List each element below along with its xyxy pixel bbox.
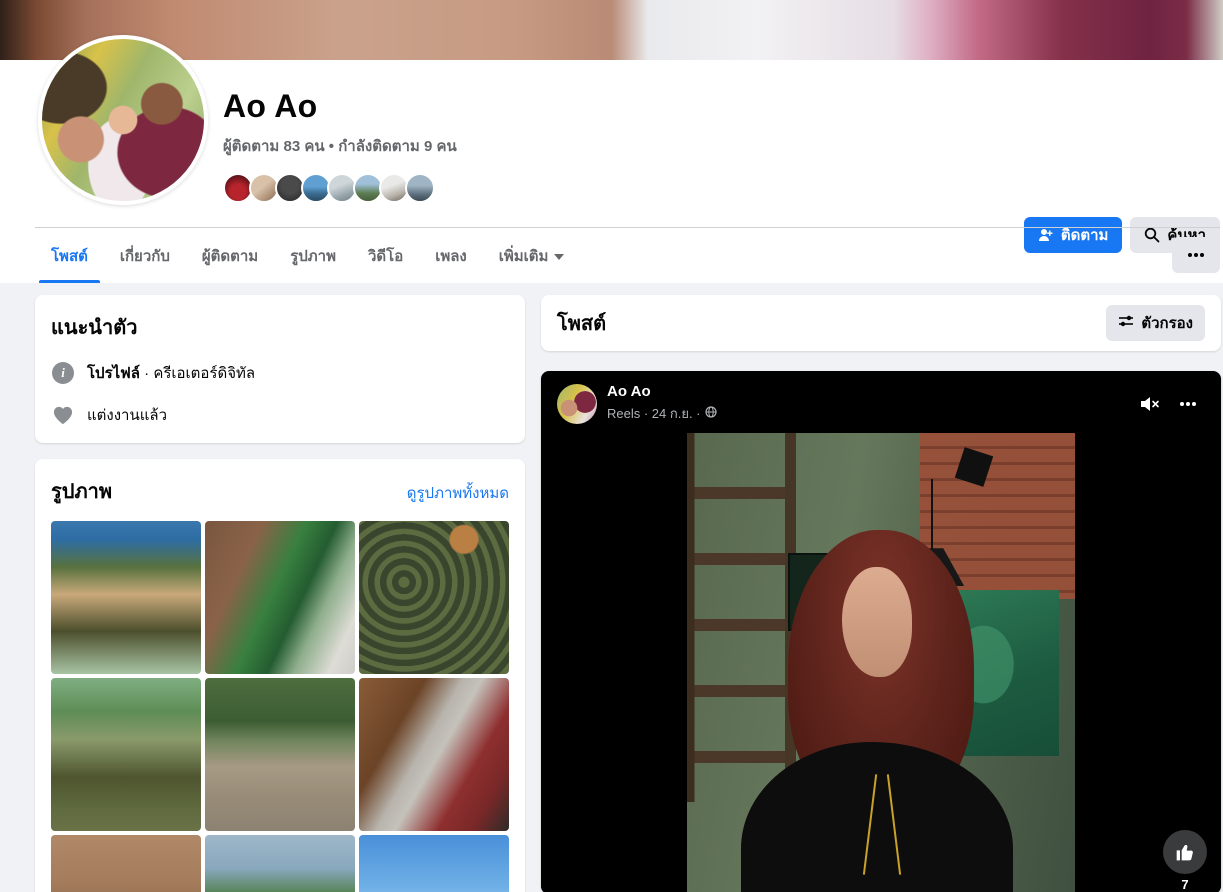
photo-thumbnail[interactable]	[205, 521, 355, 674]
photo-thumbnail[interactable]	[359, 835, 509, 892]
post-menu-icon[interactable]	[1179, 401, 1197, 407]
see-all-photos-link[interactable]: ดูรูปภาพทั้งหมด	[407, 481, 509, 505]
intro-title: แนะนำตัว	[51, 317, 138, 339]
posts-header-card: โพสต์ ตัวกรอง	[541, 295, 1221, 351]
follower-avatars	[223, 173, 457, 203]
posts-title: โพสต์	[557, 313, 607, 335]
tab-more[interactable]: เพิ่มเติม	[483, 228, 581, 283]
globe-icon	[704, 406, 717, 421]
posts-filter-button[interactable]: ตัวกรอง	[1106, 305, 1205, 341]
left-column: แนะนำตัว i โปรไฟล์ · ครีเอเตอร์ดิจิทัล แ…	[35, 295, 525, 892]
profile-picture[interactable]	[38, 35, 208, 205]
intro-relationship-row: แต่งงานแล้ว	[51, 403, 509, 427]
filters-icon	[1118, 314, 1134, 332]
ellipsis-icon	[1188, 253, 1204, 257]
follower-avatar[interactable]	[405, 173, 435, 203]
right-column: โพสต์ ตัวกรอง Ao Ao Reels · 24 ก.ย. · 7	[541, 295, 1221, 892]
chevron-down-icon	[554, 253, 565, 260]
like-button[interactable]	[1163, 830, 1207, 874]
like-count: 7	[1181, 877, 1189, 892]
photos-card: รูปภาพ ดูรูปภาพทั้งหมด	[35, 459, 525, 892]
post-author-avatar[interactable]	[557, 383, 597, 424]
filter-button-label: ตัวกรอง	[1141, 315, 1193, 332]
reel-video-frame	[687, 433, 1075, 892]
thumbs-up-icon	[1176, 844, 1193, 861]
profile-header: Ao Ao ผู้ติดตาม 83 คน • กำลังติดตาม 9 คน…	[0, 35, 1223, 283]
tab-photos[interactable]: รูปภาพ	[274, 228, 352, 283]
intro-card: แนะนำตัว i โปรไฟล์ · ครีเอเตอร์ดิจิทัล แ…	[35, 295, 525, 443]
tab-videos[interactable]: วิดีโอ	[352, 228, 419, 283]
photo-grid	[51, 521, 509, 892]
reel-like-controls: 7	[1163, 830, 1207, 892]
profile-page: Ao Ao ผู้ติดตาม 83 คน • กำลังติดตาม 9 คน…	[0, 0, 1223, 892]
tab-posts[interactable]: โพสต์	[35, 228, 104, 283]
intro-profile-type-row: i โปรไฟล์ · ครีเอเตอร์ดิจิทัล	[51, 361, 509, 385]
tab-music[interactable]: เพลง	[419, 228, 483, 283]
photos-title: รูปภาพ	[51, 481, 113, 503]
video-shelf-backdrop	[687, 433, 796, 802]
photo-thumbnail[interactable]	[359, 521, 509, 674]
photo-thumbnail[interactable]	[51, 678, 201, 831]
more-options-button[interactable]	[1172, 237, 1220, 273]
tab-about[interactable]: เกี่ยวกับ	[104, 228, 186, 283]
photo-thumbnail[interactable]	[205, 678, 355, 831]
profile-type-value: · ครีเอเตอร์ดิจิทัล	[140, 365, 256, 382]
profile-name: Ao Ao	[223, 88, 318, 124]
post-author-name[interactable]: Ao Ao	[607, 383, 1129, 400]
heart-icon	[51, 403, 75, 427]
relationship-status: แต่งงานแล้ว	[87, 407, 168, 424]
info-icon: i	[51, 361, 75, 385]
profile-type-label: โปรไฟล์	[87, 365, 140, 382]
video-person-face	[842, 566, 913, 678]
tab-followers[interactable]: ผู้ติดตาม	[186, 228, 274, 283]
mute-icon[interactable]	[1139, 395, 1161, 413]
photo-thumbnail[interactable]	[359, 678, 509, 831]
profile-tabbar: โพสต์ เกี่ยวกับ ผู้ติดตาม รูปภาพ วิดีโอ …	[35, 228, 1220, 283]
photo-thumbnail[interactable]	[51, 835, 201, 892]
content-area: แนะนำตัว i โปรไฟล์ · ครีเอเตอร์ดิจิทัล แ…	[0, 283, 1223, 892]
reel-video[interactable]	[541, 433, 1221, 892]
photo-thumbnail[interactable]	[205, 835, 355, 892]
post-header: Ao Ao Reels · 24 ก.ย. ·	[541, 371, 1221, 436]
video-lamp-cord	[931, 479, 934, 553]
profile-info: Ao Ao ผู้ติดตาม 83 คน • กำลังติดตาม 9 คน	[223, 88, 457, 203]
followers-summary[interactable]: ผู้ติดตาม 83 คน • กำลังติดตาม 9 คน	[223, 134, 457, 158]
photo-thumbnail[interactable]	[51, 521, 201, 674]
reel-post-card: Ao Ao Reels · 24 ก.ย. · 7	[541, 371, 1221, 892]
cover-photo[interactable]	[0, 0, 1223, 60]
post-meta-text[interactable]: Reels · 24 ก.ย. ·	[607, 403, 701, 424]
